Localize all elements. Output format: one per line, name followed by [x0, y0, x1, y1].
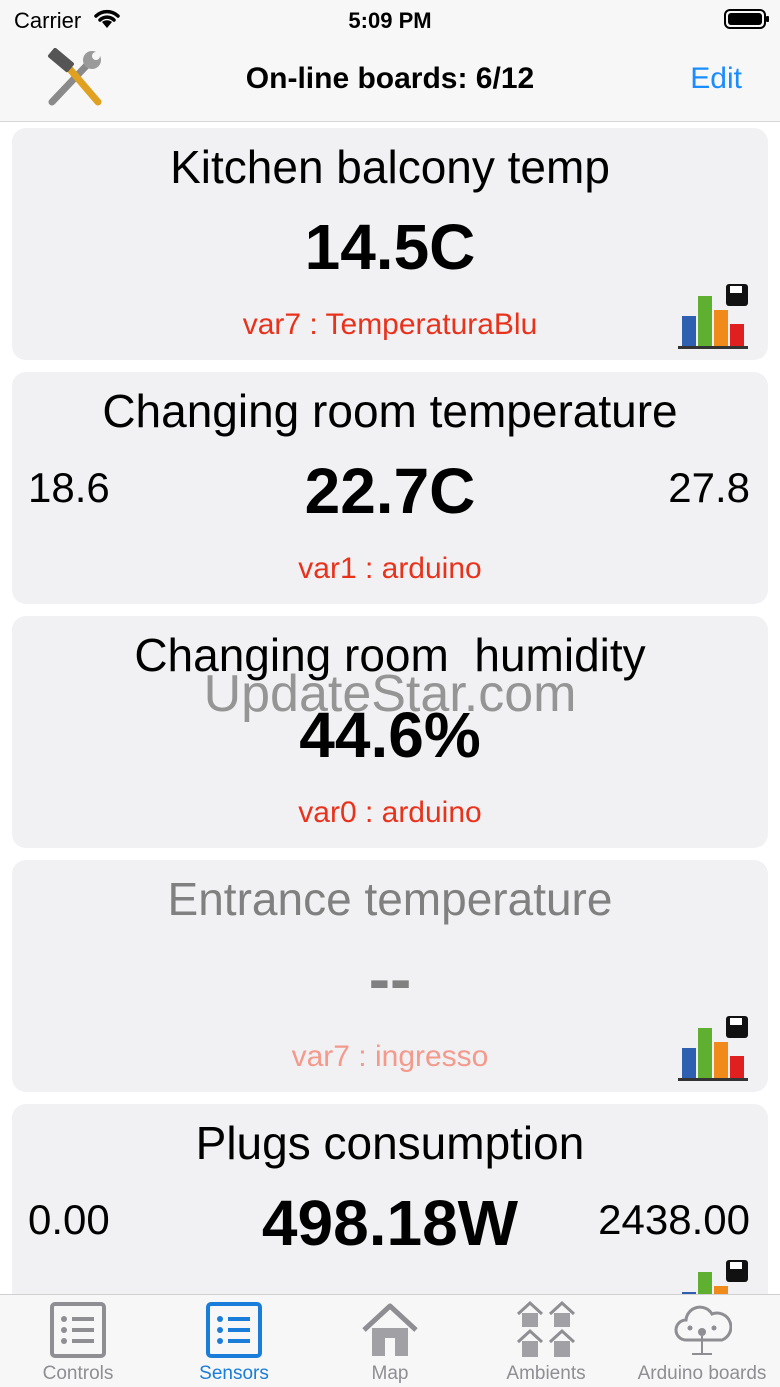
- sensor-title: Plugs consumption: [195, 1117, 585, 1169]
- list-icon: [50, 1302, 106, 1358]
- tab-label: Controls: [42, 1363, 114, 1384]
- sensor-max-value: 27.8: [668, 464, 750, 511]
- sensor-card-kitchen-balcony-temp[interactable]: Kitchen balcony temp 14.5C var7 : Temper…: [12, 128, 768, 360]
- nav-bar: On-line boards: 6/12 Edit: [0, 40, 780, 122]
- sensor-title: Changing room humidity: [134, 629, 646, 681]
- nav-title: On-line boards: 6/12: [245, 62, 535, 95]
- sensor-variable: var1 : arduino: [298, 552, 482, 585]
- sensor-card-changing-room-temperature[interactable]: Changing room temperature 18.6 22.7C 27.…: [12, 372, 768, 604]
- sensor-variable: var7 : TemperaturaBlu: [242, 308, 538, 341]
- sensor-max-value: 2438.00: [598, 1196, 750, 1243]
- tab-ambients[interactable]: Ambients: [468, 1295, 624, 1387]
- sensor-title: Kitchen balcony temp: [170, 141, 610, 193]
- sensor-card-plugs-consumption[interactable]: Plugs consumption 0.00 498.18W 2438.00: [12, 1104, 768, 1294]
- tab-bar: Controls Sensors Map Ambients Arduino bo…: [0, 1294, 780, 1387]
- chart-save-icon[interactable]: [678, 1260, 750, 1294]
- tab-arduino-boards[interactable]: Arduino boards: [624, 1295, 780, 1387]
- status-bar: Carrier 5:09 PM: [0, 0, 780, 40]
- tab-label: Arduino boards: [637, 1363, 767, 1384]
- sensor-value: 22.7C: [304, 455, 476, 527]
- chart-save-icon[interactable]: [678, 1016, 750, 1084]
- tab-sensors[interactable]: Sensors: [156, 1295, 312, 1387]
- sensor-list[interactable]: Kitchen balcony temp 14.5C var7 : Temper…: [0, 122, 780, 1294]
- list-icon: [206, 1302, 262, 1358]
- tab-map[interactable]: Map: [312, 1295, 468, 1387]
- sensor-card-entrance-temperature[interactable]: Entrance temperature -- var7 : ingresso: [12, 860, 768, 1092]
- sensor-value: --: [368, 943, 412, 1015]
- houses-icon: [516, 1300, 576, 1357]
- chart-save-icon[interactable]: [678, 284, 750, 352]
- sensor-variable: var0 : arduino: [298, 796, 482, 829]
- tab-label: Ambients: [506, 1363, 586, 1384]
- cloud-network-icon: [674, 1305, 732, 1355]
- sensor-value: 44.6%: [299, 699, 481, 771]
- edit-button[interactable]: Edit: [690, 62, 742, 96]
- battery-icon: [724, 9, 769, 29]
- sensor-card-changing-room-humidity[interactable]: Changing room humidity 44.6% var0 : ardu…: [12, 616, 768, 848]
- sensor-title: Entrance temperature: [167, 873, 613, 925]
- sensor-variable: var7 : ingresso: [291, 1040, 489, 1073]
- tab-controls[interactable]: Controls: [0, 1295, 156, 1387]
- sensor-value: 14.5C: [304, 211, 476, 283]
- tab-label: Sensors: [199, 1363, 269, 1384]
- house-icon: [362, 1303, 418, 1356]
- status-time: 5:09 PM: [348, 8, 432, 33]
- sensor-title: Changing room temperature: [102, 385, 678, 437]
- tab-label: Map: [371, 1363, 409, 1384]
